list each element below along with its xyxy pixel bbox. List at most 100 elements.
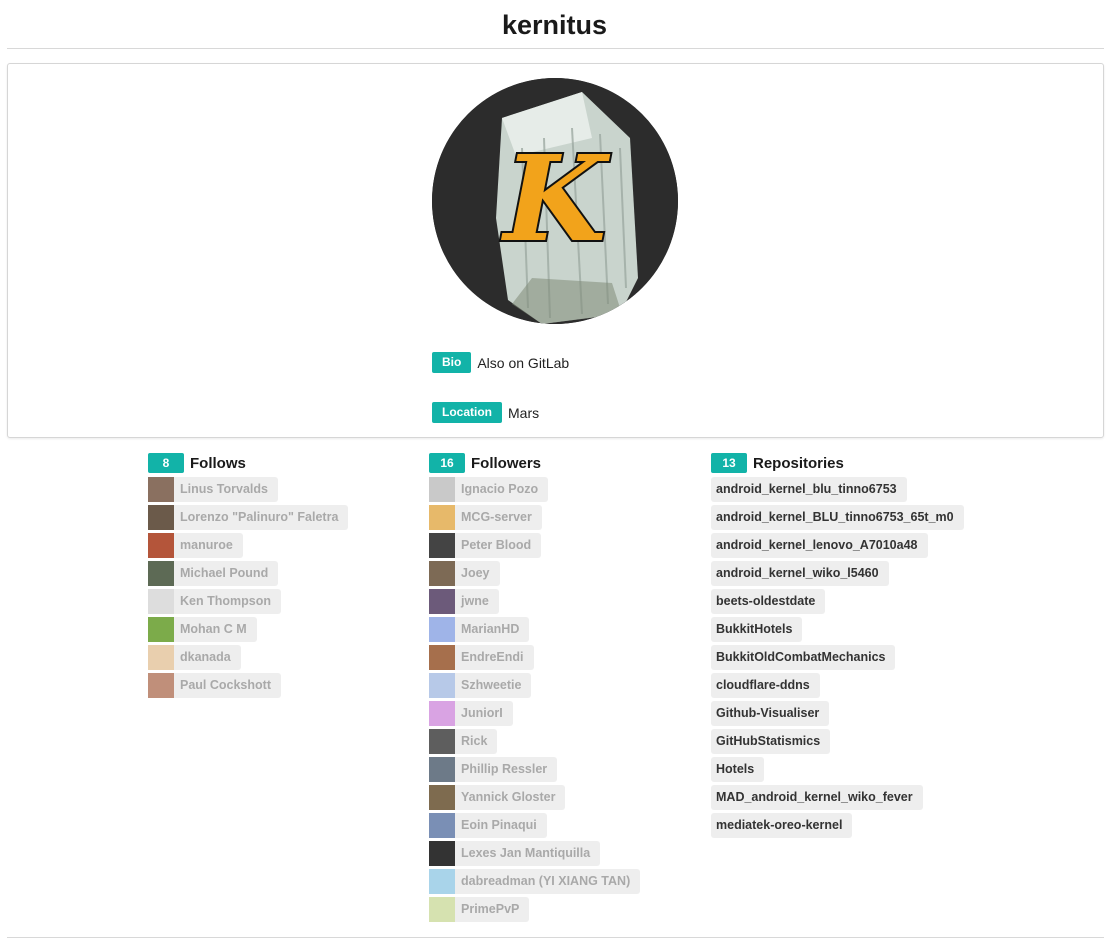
repository-item[interactable]: android_kernel_BLU_tinno6753_65t_m0 — [711, 505, 964, 530]
user-name: Eoin Pinaqui — [455, 813, 547, 838]
user-name: dkanada — [174, 645, 241, 670]
user-name: Phillip Ressler — [455, 757, 558, 782]
svg-text:K: K — [501, 129, 611, 268]
repository-item[interactable]: Hotels — [711, 757, 765, 782]
user-name: Peter Blood — [455, 533, 542, 558]
user-name: Mohan C M — [174, 617, 257, 642]
followers-list: Ignacio Pozo MCG-server Peter Blood Joey jwn… — [429, 477, 641, 922]
user-name: Ken Thompson — [174, 589, 281, 614]
user-avatar — [148, 477, 174, 502]
followers-header: 16 Followers — [429, 453, 640, 473]
user-item[interactable]: Yannick Gloster — [429, 785, 640, 810]
user-item[interactable]: MCG-server — [429, 505, 640, 530]
repository-item[interactable]: android_kernel_wiko_l5460 — [711, 561, 889, 586]
user-avatar — [148, 617, 174, 642]
user-avatar — [429, 505, 455, 530]
user-name: Linus Torvalds — [174, 477, 278, 502]
user-avatar — [148, 589, 174, 614]
repositories-title: Repositories — [753, 454, 844, 472]
user-name: Michael Pound — [174, 561, 279, 586]
follows-count-badge: 8 — [148, 453, 184, 473]
user-item[interactable]: EndreEndi — [429, 645, 640, 670]
user-item[interactable]: Lexes Jan Mantiquilla — [429, 841, 640, 866]
user-name: Paul Cockshott — [174, 673, 281, 698]
repositories-count-badge: 13 — [711, 453, 747, 473]
user-item[interactable]: MarianHD — [429, 617, 640, 642]
user-item[interactable]: Linus Torvalds — [148, 477, 348, 502]
repository-item[interactable]: cloudflare-ddns — [711, 673, 820, 698]
page-title: kernitus — [501, 10, 608, 40]
location-row: Location Mars — [432, 402, 539, 423]
user-item[interactable]: Szhweetie — [429, 673, 640, 698]
user-avatar — [429, 841, 455, 866]
user-avatar — [148, 533, 174, 558]
user-item[interactable]: Ken Thompson — [148, 589, 348, 614]
user-avatar — [429, 785, 455, 810]
user-name: MarianHD — [455, 617, 530, 642]
user-item[interactable]: Paul Cockshott — [148, 673, 348, 698]
user-name: Joey — [455, 561, 500, 586]
user-item[interactable]: Rick — [429, 729, 640, 754]
user-item[interactable]: Ignacio Pozo — [429, 477, 640, 502]
user-avatar — [429, 589, 455, 614]
location-text: Mars — [508, 404, 540, 421]
user-name: Szhweetie — [455, 673, 532, 698]
user-avatar — [429, 673, 455, 698]
user-item[interactable]: Joey — [429, 561, 640, 586]
follows-section: 8 Follows Linus Torvalds Lorenzo "Palinur… — [148, 453, 349, 701]
user-item[interactable]: Peter Blood — [429, 533, 640, 558]
user-name: manuroe — [174, 533, 243, 558]
crystal-k-logo-icon: K — [432, 78, 678, 324]
repository-item[interactable]: beets-oldestdate — [711, 589, 826, 614]
user-name: dabreadman (YI XIANG TAN) — [455, 869, 641, 894]
repository-item[interactable]: android_kernel_blu_tinno6753 — [711, 477, 907, 502]
repository-item[interactable]: android_kernel_lenovo_A7010a48 — [711, 533, 928, 558]
user-item[interactable]: dkanada — [148, 645, 348, 670]
user-name: Ignacio Pozo — [455, 477, 549, 502]
user-name: Lexes Jan Mantiquilla — [455, 841, 601, 866]
user-name: EndreEndi — [455, 645, 534, 670]
followers-count-badge: 16 — [429, 453, 465, 473]
repository-item[interactable]: MAD_android_kernel_wiko_fever — [711, 785, 923, 810]
user-item[interactable]: Phillip Ressler — [429, 757, 640, 782]
repository-item[interactable]: BukkitHotels — [711, 617, 803, 642]
user-avatar — [429, 477, 455, 502]
user-item[interactable]: Mohan C M — [148, 617, 348, 642]
user-item[interactable]: dabreadman (YI XIANG TAN) — [429, 869, 641, 894]
user-item[interactable]: Michael Pound — [148, 561, 348, 586]
user-item[interactable]: PrimePvP — [429, 897, 640, 922]
repositories-header: 13 Repositories — [711, 453, 964, 473]
user-avatar — [148, 673, 174, 698]
user-item[interactable]: manuroe — [148, 533, 348, 558]
user-name: MCG-server — [455, 505, 542, 530]
bio-row: Bio Also on GitLab — [432, 352, 569, 373]
profile-avatar: K — [432, 78, 678, 324]
location-label: Location — [432, 402, 502, 423]
user-avatar — [148, 645, 174, 670]
user-item[interactable]: Eoin Pinaqui — [429, 813, 640, 838]
repositories-section: 13 Repositories android_kernel_blu_tinno… — [711, 453, 964, 841]
user-avatar — [429, 561, 455, 586]
follows-title: Follows — [190, 454, 246, 472]
user-name: PrimePvP — [455, 897, 530, 922]
user-avatar — [429, 757, 455, 782]
bio-text: Also on GitLab — [477, 354, 570, 371]
user-item[interactable]: jwne — [429, 589, 640, 614]
bio-label: Bio — [432, 352, 472, 373]
repository-item[interactable]: BukkitOldCombatMechanics — [711, 645, 896, 670]
user-avatar — [429, 869, 455, 894]
user-avatar — [429, 897, 455, 922]
user-avatar — [429, 729, 455, 754]
repository-item[interactable]: GitHubStatismics — [711, 729, 831, 754]
user-avatar — [429, 617, 455, 642]
repository-item[interactable]: mediatek-oreo-kernel — [711, 813, 853, 838]
followers-section: 16 Followers Ignacio Pozo MCG-server Peter… — [429, 453, 641, 925]
profile-card: K Bio Also on GitLab Location Mars — [7, 63, 1104, 438]
user-item[interactable]: Lorenzo "Palinuro" Faletra — [148, 505, 349, 530]
user-avatar — [148, 561, 174, 586]
user-avatar — [429, 813, 455, 838]
title-divider — [7, 48, 1104, 49]
user-item[interactable]: JuniorI — [429, 701, 640, 726]
repository-item[interactable]: Github-Visualiser — [711, 701, 830, 726]
follows-header: 8 Follows — [148, 453, 348, 473]
